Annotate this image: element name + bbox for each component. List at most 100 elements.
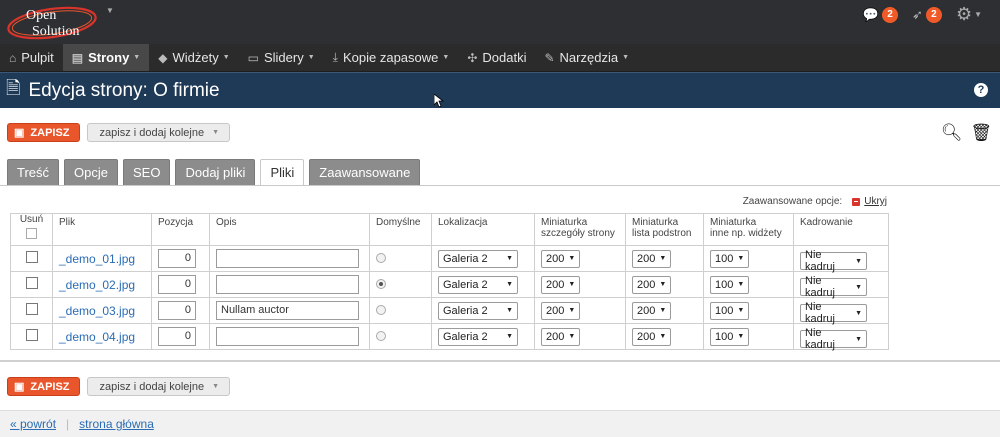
delete-checkbox[interactable] bbox=[25, 251, 38, 263]
chevron-down-icon: ▼ bbox=[855, 309, 862, 317]
col-plik: Plik bbox=[52, 213, 152, 246]
cell-default bbox=[369, 271, 432, 298]
nav-item-narzedzia[interactable]: ✎ Narzędzia ▼ bbox=[535, 44, 638, 71]
page-header: 🗎 Edycja strony: O firmie ? bbox=[0, 72, 1000, 108]
tab-pliki[interactable]: Pliki bbox=[260, 159, 305, 186]
delete-checkbox[interactable] bbox=[25, 277, 38, 289]
logo-caret-icon[interactable]: ▼ bbox=[106, 6, 114, 15]
search-icon[interactable]: 🔍︎ bbox=[941, 123, 963, 143]
position-input[interactable]: 0 bbox=[158, 249, 196, 268]
save-and-add-button-bottom[interactable]: zapisz i dodaj kolejne ▼ bbox=[86, 377, 231, 396]
nav-item-strony[interactable]: ▤ Strony ▼ bbox=[62, 44, 150, 71]
thumb-list-select[interactable]: 200 ▼ bbox=[632, 249, 671, 268]
thumb-detail-value: 200 bbox=[546, 304, 565, 317]
cell-description bbox=[209, 271, 370, 298]
location-select-value: Galeria 2 bbox=[443, 252, 488, 265]
gear-icon: ⚙ bbox=[955, 4, 973, 24]
description-input[interactable]: Nullam auctor bbox=[216, 301, 359, 320]
thumb-detail-select[interactable]: 200 ▼ bbox=[541, 249, 580, 268]
cell-thumb-list: 200 ▼ bbox=[625, 245, 704, 272]
chevron-down-icon: ▼ bbox=[659, 281, 667, 288]
thumb-list-select[interactable]: 200 ▼ bbox=[632, 275, 671, 294]
cell-crop: Nie kadruj ▼ bbox=[793, 271, 889, 299]
thumb-detail-select[interactable]: 200 ▼ bbox=[541, 275, 580, 294]
save-and-add-button[interactable]: zapisz i dodaj kolejne ▼ bbox=[86, 123, 231, 142]
nav-item-kopie-zapasowe[interactable]: ⤓ Kopie zapasowe ▼ bbox=[324, 44, 459, 71]
thumb-other-value: 100 bbox=[715, 252, 734, 265]
save-button[interactable]: ▣ ZAPISZ bbox=[7, 123, 80, 142]
thumb-other-select[interactable]: 100 ▼ bbox=[710, 327, 749, 346]
location-select[interactable]: Galeria 2 ▼ bbox=[438, 249, 518, 268]
nav-item-slidery[interactable]: ▭ Slidery ▼ bbox=[239, 44, 324, 71]
crop-select[interactable]: Nie kadruj ▼ bbox=[800, 327, 867, 351]
thumb-detail-select[interactable]: 200 ▼ bbox=[541, 327, 580, 346]
nav-item-widzety[interactable]: ◆ Widżety ▼ bbox=[149, 44, 238, 71]
thumb-list-select[interactable]: 200 ▼ bbox=[632, 327, 671, 346]
delete-checkbox[interactable] bbox=[25, 329, 38, 341]
chevron-down-icon: ▼ bbox=[855, 283, 862, 291]
back-link[interactable]: « powrót bbox=[10, 417, 56, 431]
home-link[interactable]: strona główna bbox=[79, 417, 154, 431]
tab-dodaj-pliki[interactable]: Dodaj pliki bbox=[175, 159, 256, 185]
cell-file: _demo_02.jpg bbox=[52, 271, 152, 298]
save-button-bottom[interactable]: ▣ ZAPISZ bbox=[7, 377, 80, 396]
thumb-list-select[interactable]: 200 ▼ bbox=[632, 301, 671, 320]
tab-tresc[interactable]: Treść bbox=[7, 159, 60, 185]
cell-default bbox=[369, 323, 432, 350]
crop-select[interactable]: Nie kadruj ▼ bbox=[800, 275, 867, 299]
crop-select[interactable]: Nie kadruj ▼ bbox=[800, 249, 867, 273]
chevron-down-icon: ▼ bbox=[212, 383, 220, 390]
thumb-other-value: 100 bbox=[715, 304, 734, 317]
location-select[interactable]: Galeria 2 ▼ bbox=[438, 275, 518, 294]
settings-button[interactable]: ⚙ ▼ bbox=[956, 4, 982, 25]
position-input[interactable]: 0 bbox=[158, 327, 196, 346]
chevron-down-icon: ▼ bbox=[737, 307, 745, 314]
location-select[interactable]: Galeria 2 ▼ bbox=[438, 301, 518, 320]
tab-zaawansowane[interactable]: Zaawansowane bbox=[309, 159, 421, 185]
description-input[interactable] bbox=[216, 327, 359, 346]
notifications-button[interactable]: ➶ 2 bbox=[912, 6, 942, 23]
thumb-detail-select[interactable]: 200 ▼ bbox=[541, 301, 580, 320]
chevron-down-icon: ▼ bbox=[568, 255, 576, 262]
col-min-inne-line1: Miniaturka bbox=[710, 217, 757, 228]
help-icon[interactable]: ? bbox=[974, 83, 988, 97]
file-link[interactable]: _demo_03.jpg bbox=[59, 304, 135, 318]
messages-button[interactable]: 💬 2 bbox=[863, 6, 899, 23]
cell-description bbox=[209, 323, 370, 350]
chevron-down-icon: ▼ bbox=[222, 54, 230, 61]
position-input[interactable]: 0 bbox=[158, 301, 196, 320]
thumb-list-value: 200 bbox=[637, 278, 656, 291]
location-select[interactable]: Galeria 2 ▼ bbox=[438, 327, 518, 346]
default-radio[interactable] bbox=[376, 278, 386, 289]
nav-item-dodatki[interactable]: ✣ Dodatki bbox=[458, 44, 535, 71]
cell-thumb-detail: 200 ▼ bbox=[534, 297, 626, 324]
trash-icon[interactable]: 🗑︎ bbox=[970, 123, 992, 143]
file-link[interactable]: _demo_02.jpg bbox=[59, 278, 135, 292]
tab-seo[interactable]: SEO bbox=[123, 159, 171, 185]
file-link[interactable]: _demo_04.jpg bbox=[59, 330, 135, 344]
nav-item-pulpit[interactable]: ⌂ Pulpit bbox=[0, 44, 63, 71]
select-all-checkbox[interactable] bbox=[26, 228, 37, 239]
thumb-detail-value: 200 bbox=[546, 252, 565, 265]
crop-select[interactable]: Nie kadruj ▼ bbox=[800, 301, 867, 325]
hide-advanced-link[interactable]: Ukryj bbox=[864, 196, 887, 207]
description-input[interactable] bbox=[216, 249, 359, 268]
file-link[interactable]: _demo_01.jpg bbox=[59, 252, 135, 266]
default-radio[interactable] bbox=[376, 330, 386, 341]
default-radio[interactable] bbox=[376, 252, 386, 263]
thumb-other-select[interactable]: 100 ▼ bbox=[710, 249, 749, 268]
tab-opcje[interactable]: Opcje bbox=[64, 159, 118, 185]
cell-usun bbox=[10, 271, 53, 298]
description-input[interactable] bbox=[216, 275, 359, 294]
minus-icon[interactable] bbox=[852, 197, 861, 206]
delete-checkbox[interactable] bbox=[25, 303, 38, 315]
col-miniaturka-szczegoly: Miniaturka szczegóły strony bbox=[534, 213, 626, 246]
open-solution-logo[interactable]: Open Solution bbox=[6, 3, 106, 41]
chevron-down-icon: ▼ bbox=[659, 255, 667, 262]
default-radio[interactable] bbox=[376, 304, 386, 315]
mouse-cursor-icon bbox=[434, 94, 444, 108]
position-input[interactable]: 0 bbox=[158, 275, 196, 294]
thumb-other-select[interactable]: 100 ▼ bbox=[710, 301, 749, 320]
thumb-other-select[interactable]: 100 ▼ bbox=[710, 275, 749, 294]
chevron-down-icon: ▼ bbox=[568, 333, 576, 340]
